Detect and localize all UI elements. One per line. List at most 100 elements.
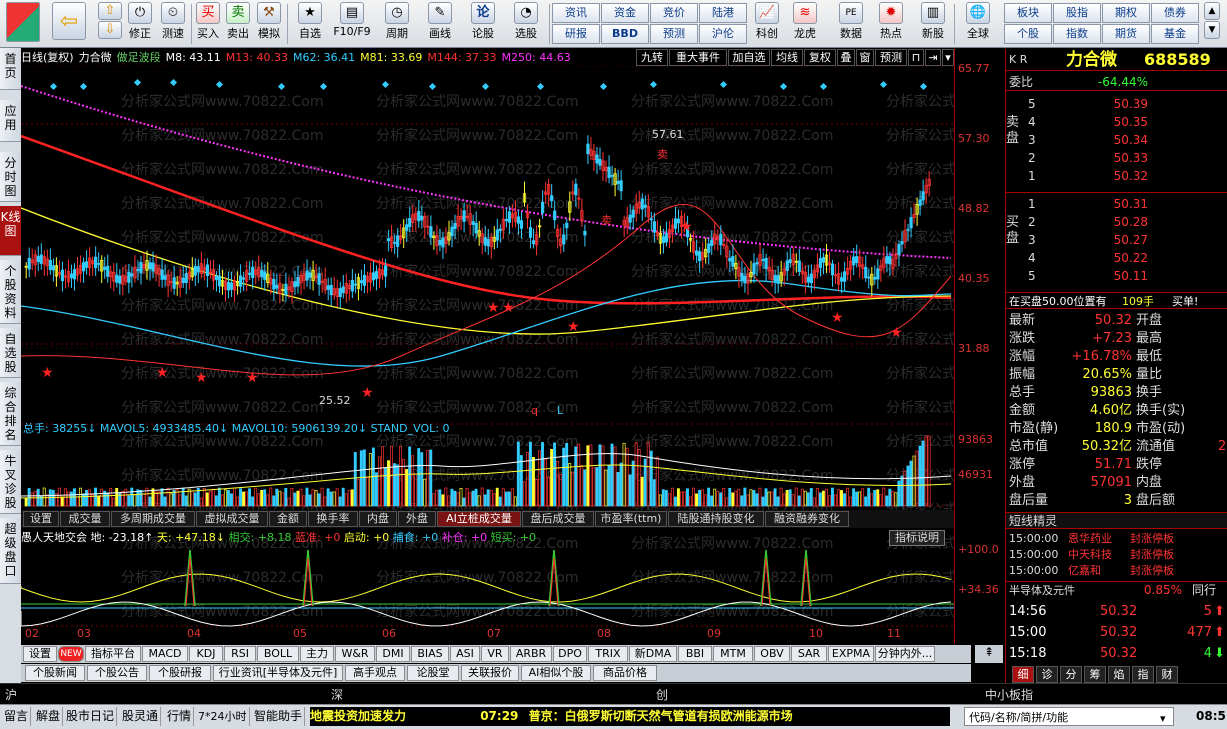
analysis-button[interactable]: 解盘 <box>34 707 64 726</box>
indicator-tab[interactable]: BIAS <box>411 646 449 662</box>
info-tab[interactable]: 个股公告 <box>87 665 147 681</box>
speedtest-button[interactable]: ⏲ 测速 <box>157 2 189 46</box>
kline-chart[interactable]: 分析家公式网www.70822.Com 分析家公式网www.70822.Com 分析… <box>21 66 954 644</box>
research-button[interactable]: 研报 <box>552 24 600 44</box>
vol-tab-multi-period[interactable]: 多周期成交量 <box>111 511 195 527</box>
expand-icon[interactable]: ⇥ <box>925 49 941 66</box>
indicator-tab[interactable]: DMI <box>376 646 410 662</box>
indicator-tab[interactable]: TRIX <box>588 646 628 662</box>
vol-tab-settings[interactable]: 设置 <box>23 511 59 527</box>
indicator-tab[interactable]: 分钟内外... <box>875 646 935 662</box>
bbd-button[interactable]: BBD <box>601 24 649 44</box>
vol-tab-amount[interactable]: 金额 <box>269 511 307 527</box>
indicator-tab[interactable]: ASI <box>450 646 480 662</box>
vol-tab-pe-ttm[interactable]: 市盈率(ttm) <box>595 511 667 527</box>
assistant-button[interactable]: 智能助手 <box>252 707 306 726</box>
indicator-tab[interactable]: BBI <box>678 646 712 662</box>
indicator-tab[interactable]: BOLL <box>257 646 299 662</box>
back-button[interactable]: ⇦ <box>50 2 88 46</box>
indicator-tab[interactable]: DPO <box>553 646 587 662</box>
quote-button[interactable]: 行情 <box>165 707 195 726</box>
period-button[interactable]: ◷ 周期 <box>376 2 418 46</box>
stock-index-cell[interactable]: 股指 <box>1053 3 1101 23</box>
indicator-tab[interactable]: 设置 <box>23 646 57 662</box>
lock-icon[interactable]: ⊓ <box>908 49 924 66</box>
quote-tab[interactable]: 指 <box>1132 666 1154 683</box>
auction-button[interactable]: 竞价 <box>650 3 698 23</box>
nav-arrows[interactable]: ⇧ ⇩ <box>96 2 124 46</box>
draw-line-button[interactable]: ✎ 画线 <box>420 2 460 46</box>
data-button[interactable]: PE 数据 <box>834 2 868 46</box>
alltime-button[interactable]: 7*24小时 <box>196 707 250 726</box>
global-button[interactable]: 🌐 全球 <box>958 2 998 46</box>
indicator-tab[interactable]: MACD <box>142 646 188 662</box>
futures-cell[interactable]: 期货 <box>1102 24 1150 44</box>
sme-index[interactable]: 中小板指 <box>985 686 1033 703</box>
add-watchlist-button[interactable]: 加自选 <box>728 49 770 66</box>
short-item[interactable]: 15:00:00 恩华药业 封涨停板 <box>1006 531 1227 547</box>
news-button[interactable]: 资讯 <box>552 3 600 23</box>
discuss-button[interactable]: 论论股 <box>466 2 500 46</box>
london-connect-button[interactable]: 沪伦 <box>699 24 747 44</box>
vol-tab-outer[interactable]: 外盘 <box>398 511 436 527</box>
funds-cell[interactable]: 基金 <box>1151 24 1199 44</box>
search-dropdown-icon[interactable]: ▾ <box>1160 709 1166 728</box>
indicator-tab[interactable]: 主力 <box>300 646 334 662</box>
info-tab[interactable]: 论股堂 <box>407 665 459 681</box>
indicator-tab[interactable]: 指标平台 <box>85 646 141 662</box>
ma-button[interactable]: 均线 <box>771 49 803 66</box>
ipo-button[interactable]: ▥ 新股 <box>916 2 950 46</box>
forecast-button[interactable]: 预测 <box>650 24 698 44</box>
quote-tab[interactable]: 分 <box>1060 666 1082 683</box>
major-events-button[interactable]: 重大事件 <box>669 49 727 66</box>
indicator-tab[interactable]: VR <box>481 646 509 662</box>
quote-tab[interactable]: 诊 <box>1036 666 1058 683</box>
tab-home[interactable]: 首页 <box>0 48 21 90</box>
nine-turn-button[interactable]: 九转 <box>636 49 668 66</box>
guling-button[interactable]: 股灵通 <box>120 707 162 726</box>
info-tab[interactable]: 个股研报 <box>149 665 211 681</box>
expand-up-icon[interactable]: ⇞ <box>975 645 1003 663</box>
vol-tab-margin[interactable]: 融资融券变化 <box>765 511 849 527</box>
indicator-help-button[interactable]: 指标说明 <box>889 530 945 546</box>
watchlist-button[interactable]: ★ 自选 <box>292 2 328 46</box>
f10-button[interactable]: ▤ F10/F9 <box>330 2 374 46</box>
indicator-tab[interactable]: KDJ <box>189 646 223 662</box>
dropdown-icon[interactable]: ▾ <box>942 49 954 66</box>
news-ticker[interactable]: 地震投资加速发力 07:29 普京：白俄罗斯切断天然气管道有损欧洲能源市场 <box>310 707 950 726</box>
fund-button[interactable]: 资金 <box>601 3 649 23</box>
info-tab[interactable]: 关联报价 <box>461 665 519 681</box>
overlay-button[interactable]: 叠 <box>837 49 855 66</box>
star-market-button[interactable]: 📈 科创 <box>750 2 784 46</box>
hk-connect-button[interactable]: 陆港 <box>699 3 747 23</box>
tab-apps[interactable]: 应用 <box>0 100 21 142</box>
select-stock-button[interactable]: ◔ 选股 <box>506 2 546 46</box>
toolbar-scroll[interactable]: ▲ ▼ <box>1202 2 1222 46</box>
index-cell[interactable]: 指数 <box>1053 24 1101 44</box>
window-button[interactable]: 窗 <box>856 49 874 66</box>
simulate-button[interactable]: ⚒ 模拟 <box>254 2 284 46</box>
indicator-tab[interactable]: SAR <box>791 646 827 662</box>
hotspot-button[interactable]: ✹ 热点 <box>874 2 908 46</box>
quote-tab[interactable]: 财 <box>1156 666 1178 683</box>
dragon-tiger-button[interactable]: ≋ 龙虎 <box>788 2 822 46</box>
message-button[interactable]: 留言 <box>2 707 32 726</box>
chinext-index[interactable]: 创 <box>656 686 668 703</box>
vol-tab-turnover[interactable]: 换手率 <box>308 511 358 527</box>
indicator-tab[interactable]: MTM <box>713 646 753 662</box>
bonds-cell[interactable]: 债券 <box>1151 3 1199 23</box>
indicator-tab[interactable]: OBV <box>754 646 790 662</box>
sector-cell[interactable]: 板块 <box>1004 3 1052 23</box>
buy-button[interactable]: 买买入 <box>194 2 222 46</box>
adjust-button[interactable]: 复权 <box>804 49 836 66</box>
info-tab[interactable]: 高手观点 <box>345 665 405 681</box>
sell-button[interactable]: 卖卖出 <box>224 2 252 46</box>
quote-tab[interactable]: 焰 <box>1108 666 1130 683</box>
menu-logo-button[interactable] <box>4 2 42 46</box>
vol-tab-volume[interactable]: 成交量 <box>60 511 110 527</box>
diary-button[interactable]: 股市日记 <box>64 707 118 726</box>
quote-tab[interactable]: 筹 <box>1084 666 1106 683</box>
vol-tab-hk-holding[interactable]: 陆股通持股变化 <box>668 511 764 527</box>
fix-button[interactable]: ⏻ 修正 <box>124 2 156 46</box>
predict-button[interactable]: 预测 <box>875 49 907 66</box>
